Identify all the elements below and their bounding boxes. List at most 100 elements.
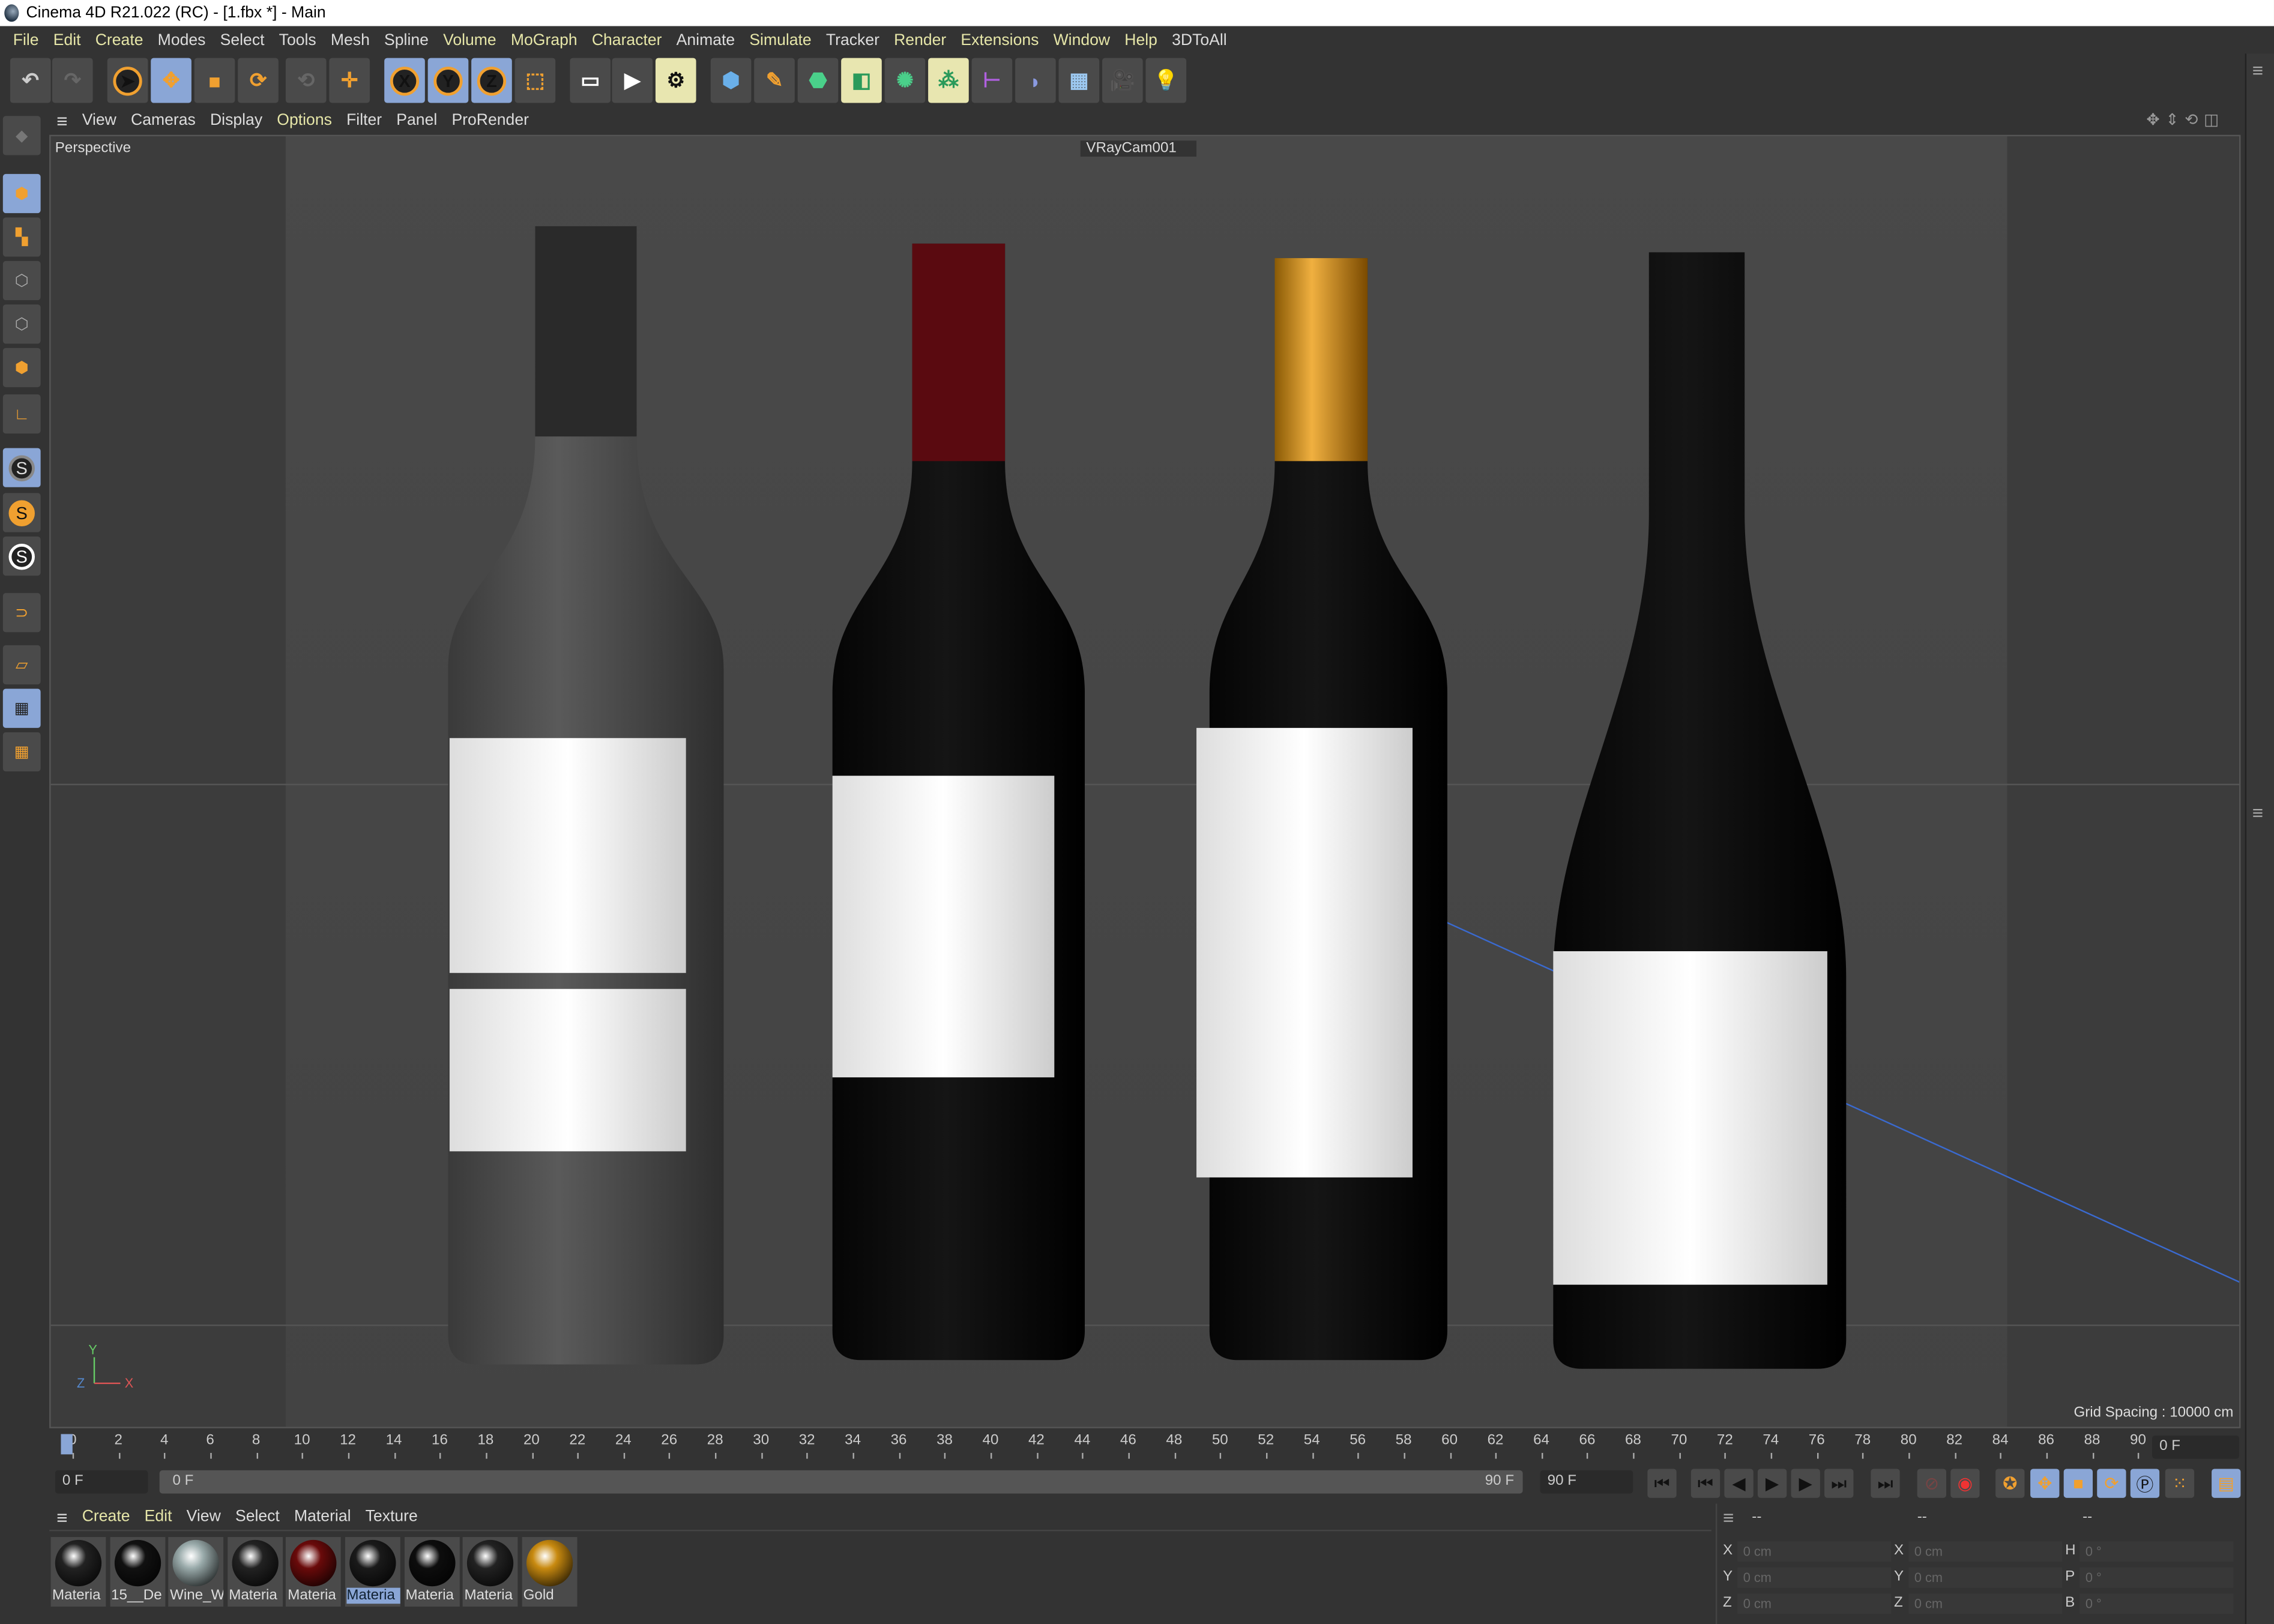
scale-tool-button[interactable]: ■: [194, 58, 235, 103]
coord-value-field[interactable]: 0 cm: [1908, 1567, 2063, 1588]
menu-help[interactable]: Help: [1124, 31, 1157, 49]
points-mode-button[interactable]: ⬡: [2, 260, 41, 301]
3d-viewport[interactable]: Perspective VRayCam001 Y X Z Grid Spacin…: [49, 134, 2241, 1428]
playhead[interactable]: [61, 1434, 73, 1455]
material-swatch[interactable]: Materia: [404, 1537, 459, 1607]
subdivision-button[interactable]: ⬣: [797, 58, 839, 103]
material-swatch[interactable]: Materia: [50, 1537, 106, 1607]
render-picture-viewer-button[interactable]: ▶: [612, 58, 653, 103]
material-menu-view[interactable]: View: [187, 1508, 221, 1526]
coord-value-field[interactable]: 0 °: [2079, 1541, 2234, 1562]
start-frame-field[interactable]: 0 F: [55, 1470, 148, 1494]
material-swatch[interactable]: Materia: [286, 1537, 342, 1607]
previous-key-button[interactable]: ⏮: [1690, 1469, 1721, 1498]
menu-window[interactable]: Window: [1054, 31, 1111, 49]
material-menu-edit[interactable]: Edit: [145, 1508, 172, 1526]
menu-animate[interactable]: Animate: [677, 31, 735, 49]
coord-value-field[interactable]: 0 cm: [1908, 1541, 2063, 1562]
floor-button[interactable]: ▦: [1058, 58, 1100, 103]
render-settings-button[interactable]: ⚙: [655, 58, 696, 103]
record-keys-button[interactable]: ⊘: [1917, 1469, 1947, 1498]
material-hamburger-icon[interactable]: ≡: [56, 1506, 67, 1527]
undo-button[interactable]: ↶: [10, 58, 51, 103]
viewport-menu-filter[interactable]: Filter: [346, 112, 382, 129]
menu-file[interactable]: File: [13, 31, 39, 49]
workplane-button[interactable]: ▱: [2, 645, 41, 685]
mograph-cloner-button[interactable]: ✺: [884, 58, 926, 103]
live-selection-button[interactable]: ✛: [329, 58, 370, 103]
coord-value-field[interactable]: 0 cm: [1737, 1541, 1892, 1562]
menu-3dtoall[interactable]: 3DToAll: [1172, 31, 1227, 49]
coord-value-field[interactable]: 0 °: [2079, 1567, 2234, 1588]
menu-tools[interactable]: Tools: [279, 31, 316, 49]
autokeying-button[interactable]: ◉: [1950, 1469, 1980, 1498]
material-swatch[interactable]: Materia: [345, 1537, 400, 1607]
locked-workplane-button[interactable]: ▦: [2, 688, 41, 728]
active-camera-label[interactable]: VRayCam001: [1080, 140, 1197, 157]
material-swatch[interactable]: Gold: [522, 1537, 577, 1607]
viewport-menu-panel[interactable]: Panel: [396, 112, 437, 129]
menu-character[interactable]: Character: [592, 31, 662, 49]
rotate-tool-button[interactable]: ⟳: [238, 58, 279, 103]
light-button[interactable]: 💡: [1145, 58, 1187, 103]
viewport-menu-display[interactable]: Display: [210, 112, 262, 129]
menu-modes[interactable]: Modes: [158, 31, 206, 49]
make-editable-button[interactable]: ◆: [2, 116, 41, 155]
viewport-menu-prorender[interactable]: ProRender: [451, 112, 529, 129]
extrude-button[interactable]: ◧: [841, 58, 882, 103]
coord-value-field[interactable]: 0 cm: [1908, 1593, 2063, 1614]
next-key-button[interactable]: ⏭: [1824, 1469, 1854, 1498]
polygons-mode-button[interactable]: ⬢: [2, 347, 41, 388]
panel-menu-icon[interactable]: ≡: [2252, 59, 2263, 81]
record-point-level-button[interactable]: ⁙: [2165, 1469, 2195, 1498]
texture-mode-button[interactable]: ▚: [2, 217, 41, 257]
psr-button[interactable]: ⟲: [285, 58, 327, 103]
menu-select[interactable]: Select: [220, 31, 265, 49]
coordinate-system-button[interactable]: ⬚: [514, 58, 556, 103]
y-axis-button[interactable]: Y: [427, 58, 469, 103]
menu-render[interactable]: Render: [894, 31, 946, 49]
menu-simulate[interactable]: Simulate: [749, 31, 811, 49]
coord-value-field[interactable]: 0 °: [2079, 1593, 2234, 1614]
menu-spline[interactable]: Spline: [384, 31, 429, 49]
x-axis-button[interactable]: X: [384, 58, 425, 103]
coord-value-field[interactable]: 0 cm: [1737, 1567, 1892, 1588]
deformer-button[interactable]: ⊢: [971, 58, 1013, 103]
coordinates-hamburger-icon[interactable]: ≡: [1723, 1506, 1734, 1528]
array-button[interactable]: ⁂: [928, 58, 969, 103]
workplane-snap-button[interactable]: S: [2, 536, 41, 576]
cube-object-button[interactable]: ⬢: [710, 58, 752, 103]
material-swatch[interactable]: 15__De: [109, 1537, 165, 1607]
pen-spline-button[interactable]: ✎: [754, 58, 795, 103]
current-frame-field[interactable]: 0 F: [2152, 1435, 2239, 1459]
menu-create[interactable]: Create: [95, 31, 143, 49]
end-frame-field[interactable]: 90 F: [1540, 1470, 1633, 1494]
viewport-hamburger-icon[interactable]: ≡: [56, 109, 67, 131]
panel-menu-icon-2[interactable]: ≡: [2252, 802, 2263, 823]
timeline-ruler[interactable]: 0246810121416182022242628303234363840424…: [49, 1430, 2240, 1461]
select-tool-button[interactable]: ➤: [107, 58, 148, 103]
edges-mode-button[interactable]: ⬡: [2, 304, 41, 344]
snap-settings-button[interactable]: S: [2, 493, 41, 532]
material-menu-select[interactable]: Select: [235, 1508, 280, 1526]
menu-volume[interactable]: Volume: [443, 31, 496, 49]
tweak-mode-button[interactable]: ⊃: [2, 593, 41, 633]
material-menu-texture[interactable]: Texture: [366, 1508, 418, 1526]
render-view-button[interactable]: ▭: [570, 58, 611, 103]
viewport-menu-options[interactable]: Options: [277, 112, 332, 129]
camera-button[interactable]: 🎥: [1102, 58, 1143, 103]
viewport-menu-view[interactable]: View: [82, 112, 116, 129]
field-button[interactable]: ◗: [1015, 58, 1056, 103]
menu-extensions[interactable]: Extensions: [961, 31, 1039, 49]
keyframe-selection-button[interactable]: ✪: [1995, 1469, 2025, 1498]
redo-button[interactable]: ↷: [52, 58, 93, 103]
record-rotation-button[interactable]: ⟳: [2097, 1469, 2126, 1498]
viewport-navigation-icons[interactable]: ✥⇕⟲◫: [2146, 110, 2225, 129]
preview-range-slider[interactable]: 0 F 90 F: [159, 1470, 1523, 1494]
model-mode-button[interactable]: ⬢: [2, 173, 41, 214]
play-button[interactable]: ▶: [1757, 1469, 1787, 1498]
planar-workplane-button[interactable]: ▦: [2, 732, 41, 772]
record-position-button[interactable]: ✥: [2030, 1469, 2060, 1498]
go-to-end-button[interactable]: ⏭: [1871, 1469, 1900, 1498]
material-swatch[interactable]: Materia: [463, 1537, 518, 1607]
